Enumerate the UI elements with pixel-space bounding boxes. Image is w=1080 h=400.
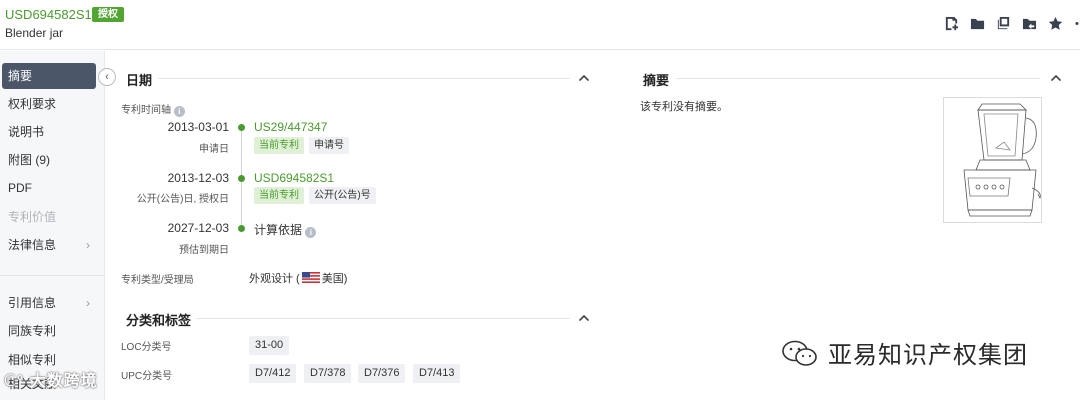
timeline-date-type: 预估到期日 bbox=[179, 245, 229, 256]
info-icon[interactable]: i bbox=[305, 227, 317, 238]
info-icon[interactable]: i bbox=[173, 106, 185, 117]
timeline-date: 2013-12-03 bbox=[167, 171, 229, 185]
sidebar-item-label: 引用信息 bbox=[8, 296, 57, 310]
collapse-sidebar-button[interactable]: ‹ bbox=[98, 68, 116, 86]
patent-type-text: 外观设计 ( bbox=[249, 273, 300, 285]
section-title-dates: 日期 bbox=[126, 73, 153, 88]
status-badge: 授权 bbox=[92, 7, 124, 22]
timeline-date-type: 公开(公告)日, 授权日 bbox=[136, 194, 229, 205]
chevron-right-icon: › bbox=[86, 238, 90, 252]
publication-number-link[interactable]: USD694582S1 bbox=[254, 171, 334, 185]
publication-number-tag: 公开(公告)号 bbox=[309, 187, 376, 204]
timeline-date-type: 申请日 bbox=[199, 144, 229, 155]
country-text: 美国) bbox=[321, 273, 348, 285]
calculation-basis: 计算依据 i bbox=[254, 221, 317, 238]
timeline-label-text: 专利时间轴 bbox=[121, 105, 171, 116]
sidebar-item-drawings[interactable]: 附图 (9) bbox=[0, 147, 104, 173]
note-add-icon[interactable] bbox=[942, 14, 960, 32]
upc-label: UPC分类号 bbox=[121, 371, 173, 382]
loc-code[interactable]: 31-00 bbox=[249, 336, 290, 355]
sidebar-item-description[interactable]: 说明书 bbox=[0, 119, 104, 145]
sidebar-item-citations[interactable]: 引用信息 › bbox=[0, 290, 104, 316]
calculation-basis-text: 计算依据 bbox=[254, 223, 303, 237]
us-flag-icon bbox=[301, 272, 320, 283]
loc-label: LOC分类号 bbox=[121, 342, 172, 353]
sidebar-item-legal-info[interactable]: 法律信息 › bbox=[0, 232, 104, 258]
wechat-icon bbox=[782, 340, 817, 366]
blender-drawing-image bbox=[963, 103, 1041, 217]
header: USD694582S1 授权 Blender jar bbox=[0, 0, 1080, 50]
sidebar-item-patent-value: 专利价值 bbox=[8, 210, 57, 224]
upc-code[interactable]: D7/412 bbox=[249, 364, 297, 383]
watermark-left-logo-icon: ℂ° bbox=[4, 373, 25, 390]
share-folder-icon[interactable] bbox=[1020, 14, 1038, 32]
collapse-classification-icon[interactable] bbox=[578, 312, 590, 324]
watermark-left: ℂ° 大数跨境 bbox=[4, 367, 98, 391]
timeline-dot bbox=[238, 124, 245, 131]
patent-type-label: 专利类型/受理局 bbox=[121, 275, 194, 286]
application-number-link[interactable]: US29/447347 bbox=[254, 120, 327, 134]
patent-type-value: 外观设计 ( 美国) bbox=[249, 270, 347, 286]
watermark-right: 亚易知识产权集团 bbox=[780, 335, 1028, 370]
section-divider bbox=[196, 318, 570, 319]
sidebar-item-label: 法律信息 bbox=[8, 238, 57, 252]
chevron-right-icon: › bbox=[86, 296, 90, 310]
folder-icon[interactable] bbox=[968, 14, 986, 32]
timeline-date: 2027-12-03 bbox=[167, 221, 229, 235]
abstract-text: 该专利没有摘要。 bbox=[640, 101, 728, 113]
timeline-dot bbox=[238, 175, 245, 182]
section-divider bbox=[158, 78, 570, 79]
toolbar bbox=[942, 14, 1080, 32]
timeline-label: 专利时间轴 i bbox=[121, 101, 185, 117]
sidebar: 摘要 权利要求 说明书 附图 (9) PDF 专利价值 法律信息 › 引用信息 … bbox=[0, 51, 105, 400]
sidebar-item-abstract[interactable]: 摘要 bbox=[2, 63, 96, 89]
section-divider bbox=[676, 78, 1040, 79]
upc-code[interactable]: D7/376 bbox=[358, 364, 406, 383]
patent-drawing-thumbnail[interactable] bbox=[943, 97, 1042, 223]
sidebar-item-family[interactable]: 同族专利 bbox=[0, 318, 104, 344]
application-number-tag: 申请号 bbox=[309, 137, 349, 154]
section-title-abstract: 摘要 bbox=[643, 73, 670, 88]
watermark-left-text: 大数跨境 bbox=[29, 373, 98, 390]
timeline-dot bbox=[238, 225, 245, 232]
more-icon[interactable] bbox=[1072, 14, 1080, 32]
sidebar-item-pdf[interactable]: PDF bbox=[0, 175, 104, 201]
star-icon[interactable] bbox=[1046, 14, 1064, 32]
current-patent-tag: 当前专利 bbox=[254, 137, 304, 154]
current-patent-tag: 当前专利 bbox=[254, 187, 304, 204]
upc-code[interactable]: D7/413 bbox=[413, 364, 461, 383]
sidebar-item-claims[interactable]: 权利要求 bbox=[0, 91, 104, 117]
section-title-classification: 分类和标签 bbox=[126, 313, 192, 328]
timeline-date: 2013-03-01 bbox=[167, 120, 229, 134]
sidebar-divider bbox=[0, 275, 104, 276]
patent-number[interactable]: USD694582S1 bbox=[5, 7, 92, 22]
upc-code[interactable]: D7/378 bbox=[304, 364, 352, 383]
copy-icon[interactable] bbox=[994, 14, 1012, 32]
page-title: Blender jar bbox=[5, 26, 64, 40]
collapse-dates-icon[interactable] bbox=[578, 72, 590, 84]
collapse-abstract-icon[interactable] bbox=[1050, 72, 1062, 84]
watermark-right-text: 亚易知识产权集团 bbox=[828, 342, 1028, 369]
